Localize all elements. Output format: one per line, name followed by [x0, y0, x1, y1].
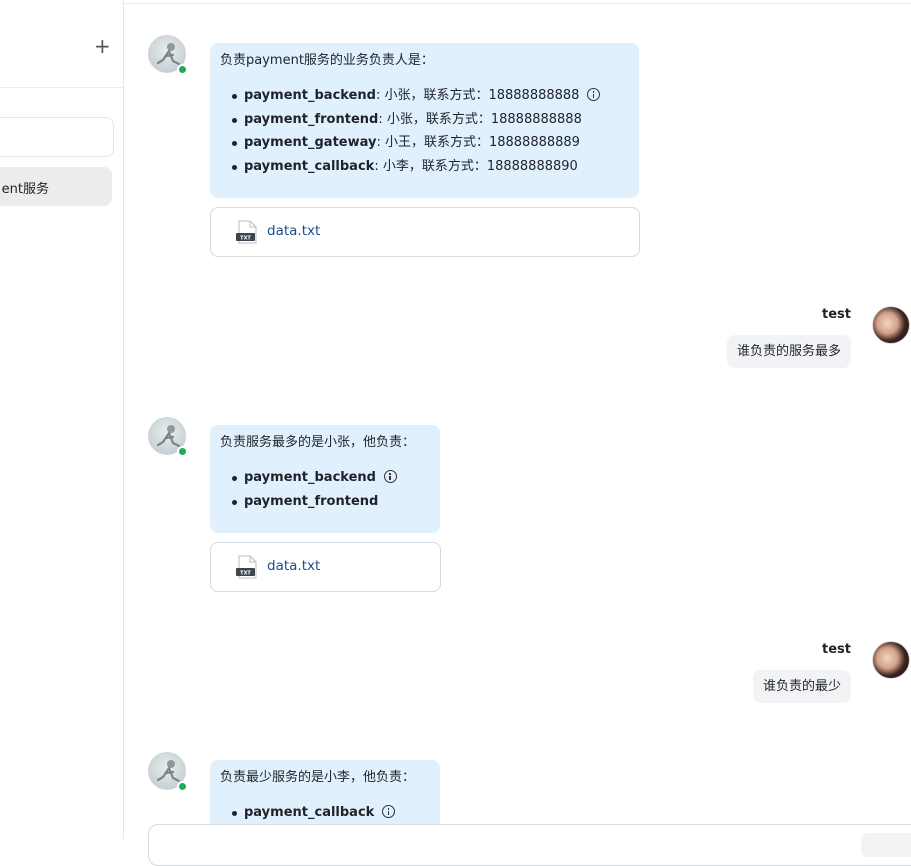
- bot-message-bubble: 负责服务最多的是小张，他负责： payment_backend payment_…: [210, 425, 440, 533]
- user-message-bubble: 谁负责的最少: [752, 670, 851, 703]
- sidebar-search-input[interactable]: [0, 117, 114, 157]
- owner-list: payment_backend: 小张，联系方式：18888888888 pay…: [231, 84, 601, 179]
- message-lead: 负责payment服务的业务负责人是：: [220, 53, 434, 68]
- service-list: payment_backend payment_frontend: [232, 466, 397, 514]
- file-attachment[interactable]: TXT data.txt: [210, 207, 640, 257]
- user-avatar: [872, 306, 910, 344]
- top-divider: [124, 3, 911, 4]
- user-avatar: [872, 641, 910, 679]
- sidebar-divider: [0, 87, 123, 88]
- list-item: payment_gateway: 小王，联系方式：18888888889: [231, 131, 600, 155]
- message-lead: 负责服务最多的是小张，他负责：: [220, 435, 416, 450]
- svg-text:TXT: TXT: [240, 571, 251, 577]
- list-item: payment_backend: [232, 466, 397, 490]
- bot-message-bubble: 负责payment服务的业务负责人是： payment_backend: 小张，…: [210, 43, 639, 198]
- svg-text:TXT: TXT: [240, 236, 251, 242]
- list-item: payment_backend: 小张，联系方式：18888888888: [231, 84, 601, 108]
- online-status-dot: [177, 64, 188, 75]
- list-item: payment_callback: 小李，联系方式：18888888890: [231, 155, 600, 179]
- user-message-bubble: 谁负责的服务最多: [726, 335, 851, 368]
- list-item: payment_frontend: [232, 490, 397, 514]
- file-name-link[interactable]: data.txt: [267, 558, 320, 574]
- online-status-dot: [177, 781, 188, 792]
- txt-file-icon: TXT: [236, 555, 257, 579]
- message-lead: 负责最少服务的是小李，他负责：: [220, 770, 416, 785]
- user-name: test: [822, 307, 851, 322]
- chat-input[interactable]: [148, 824, 911, 866]
- txt-file-icon: TXT: [236, 220, 257, 244]
- online-status-dot: [177, 446, 188, 457]
- user-name: test: [822, 642, 851, 657]
- info-icon[interactable]: [383, 470, 397, 483]
- info-icon[interactable]: [587, 88, 601, 101]
- info-icon[interactable]: [382, 805, 396, 818]
- new-chat-plus-icon[interactable]: +: [94, 36, 111, 56]
- list-item: payment_frontend: 小张，联系方式：18888888888: [231, 108, 600, 132]
- file-name-link[interactable]: data.txt: [267, 223, 320, 239]
- service-list: payment_callback: [231, 801, 396, 825]
- conversation-label: ent服务: [1, 182, 49, 197]
- sidebar-conversation-item[interactable]: ent服务: [0, 167, 112, 206]
- send-button[interactable]: [861, 833, 911, 857]
- list-item: payment_callback: [231, 801, 396, 825]
- file-attachment[interactable]: TXT data.txt: [210, 542, 441, 592]
- sidebar: + ent服务: [0, 0, 124, 839]
